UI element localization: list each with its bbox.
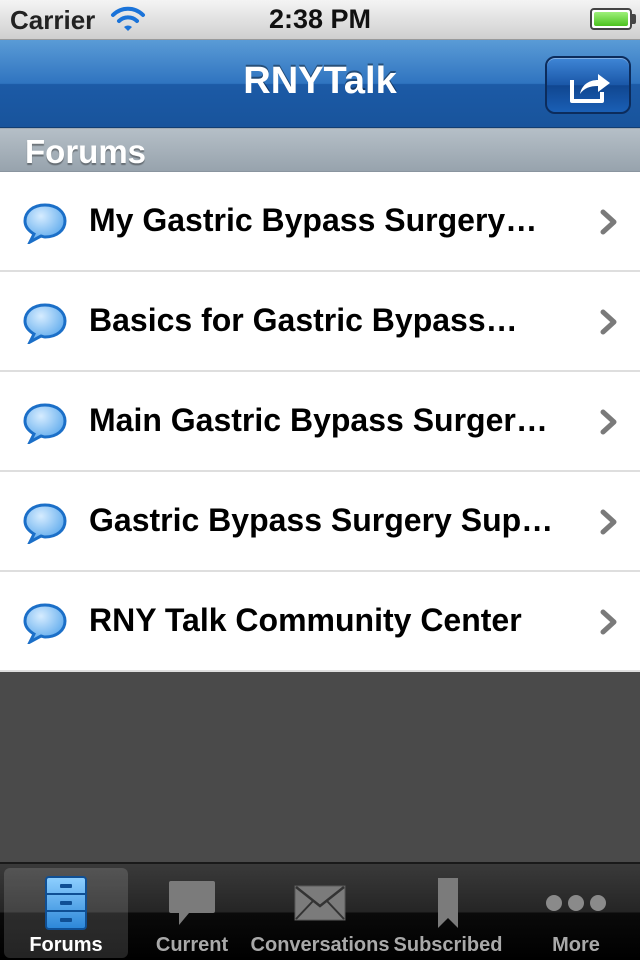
share-icon	[570, 74, 610, 103]
share-button[interactable]	[545, 56, 631, 114]
speech-bubble-icon	[23, 503, 67, 544]
battery-tip	[632, 14, 636, 24]
tab-label: Forums	[29, 934, 103, 956]
nav-title: RNYTalk	[243, 60, 397, 102]
chevron-right-icon	[600, 509, 617, 535]
list-item[interactable]: RNY Talk Community Center	[0, 572, 640, 672]
status-bar: Carrier 2:38 PM	[0, 0, 640, 40]
tab-conversations[interactable]: Conversations	[251, 868, 389, 958]
section-header: Forums	[0, 128, 640, 172]
battery-icon	[590, 8, 632, 30]
chat-bubble-icon	[169, 881, 215, 925]
tab-label: Current	[155, 934, 229, 956]
section-title: Forums	[25, 133, 147, 170]
tab-more[interactable]: More	[514, 868, 638, 958]
navigation-bar: RNYTalk	[0, 40, 640, 128]
forum-title: Gastric Bypass Surgery Sup…	[89, 502, 554, 538]
envelope-icon	[294, 885, 346, 921]
speech-bubble-icon	[23, 203, 67, 244]
speech-bubble-icon	[23, 403, 67, 444]
chevron-right-icon	[600, 309, 617, 335]
tab-subscribed[interactable]: Subscribed	[386, 868, 510, 958]
forum-title: My Gastric Bypass Surgery…	[89, 202, 538, 238]
forum-list: My Gastric Bypass Surgery… Basics for Ga…	[0, 172, 640, 672]
speech-bubble-icon	[23, 303, 67, 344]
list-item[interactable]: Gastric Bypass Surgery Sup…	[0, 472, 640, 572]
tab-label: Subscribed	[393, 934, 503, 956]
clock: 2:38 PM	[268, 4, 372, 34]
tab-label: More	[552, 934, 600, 956]
forum-title: RNY Talk Community Center	[89, 602, 522, 638]
chevron-right-icon	[600, 209, 617, 235]
tab-forums[interactable]: Forums	[4, 868, 128, 958]
list-item[interactable]: Basics for Gastric Bypass…	[0, 272, 640, 372]
chevron-right-icon	[600, 609, 617, 635]
list-item[interactable]: Main Gastric Bypass Surger…	[0, 372, 640, 472]
speech-bubble-icon	[23, 603, 67, 644]
chevron-right-icon	[600, 409, 617, 435]
tab-current[interactable]: Current	[130, 868, 254, 958]
bookmark-icon	[438, 878, 458, 928]
tab-bar: Forums Current Conversations Subscribed	[0, 862, 640, 960]
file-cabinet-icon	[45, 876, 87, 930]
more-dots-icon	[546, 895, 606, 911]
forum-title: Main Gastric Bypass Surger…	[89, 402, 548, 438]
list-item[interactable]: My Gastric Bypass Surgery…	[0, 172, 640, 272]
forum-title: Basics for Gastric Bypass…	[89, 302, 518, 338]
tab-label: Conversations	[250, 934, 390, 956]
